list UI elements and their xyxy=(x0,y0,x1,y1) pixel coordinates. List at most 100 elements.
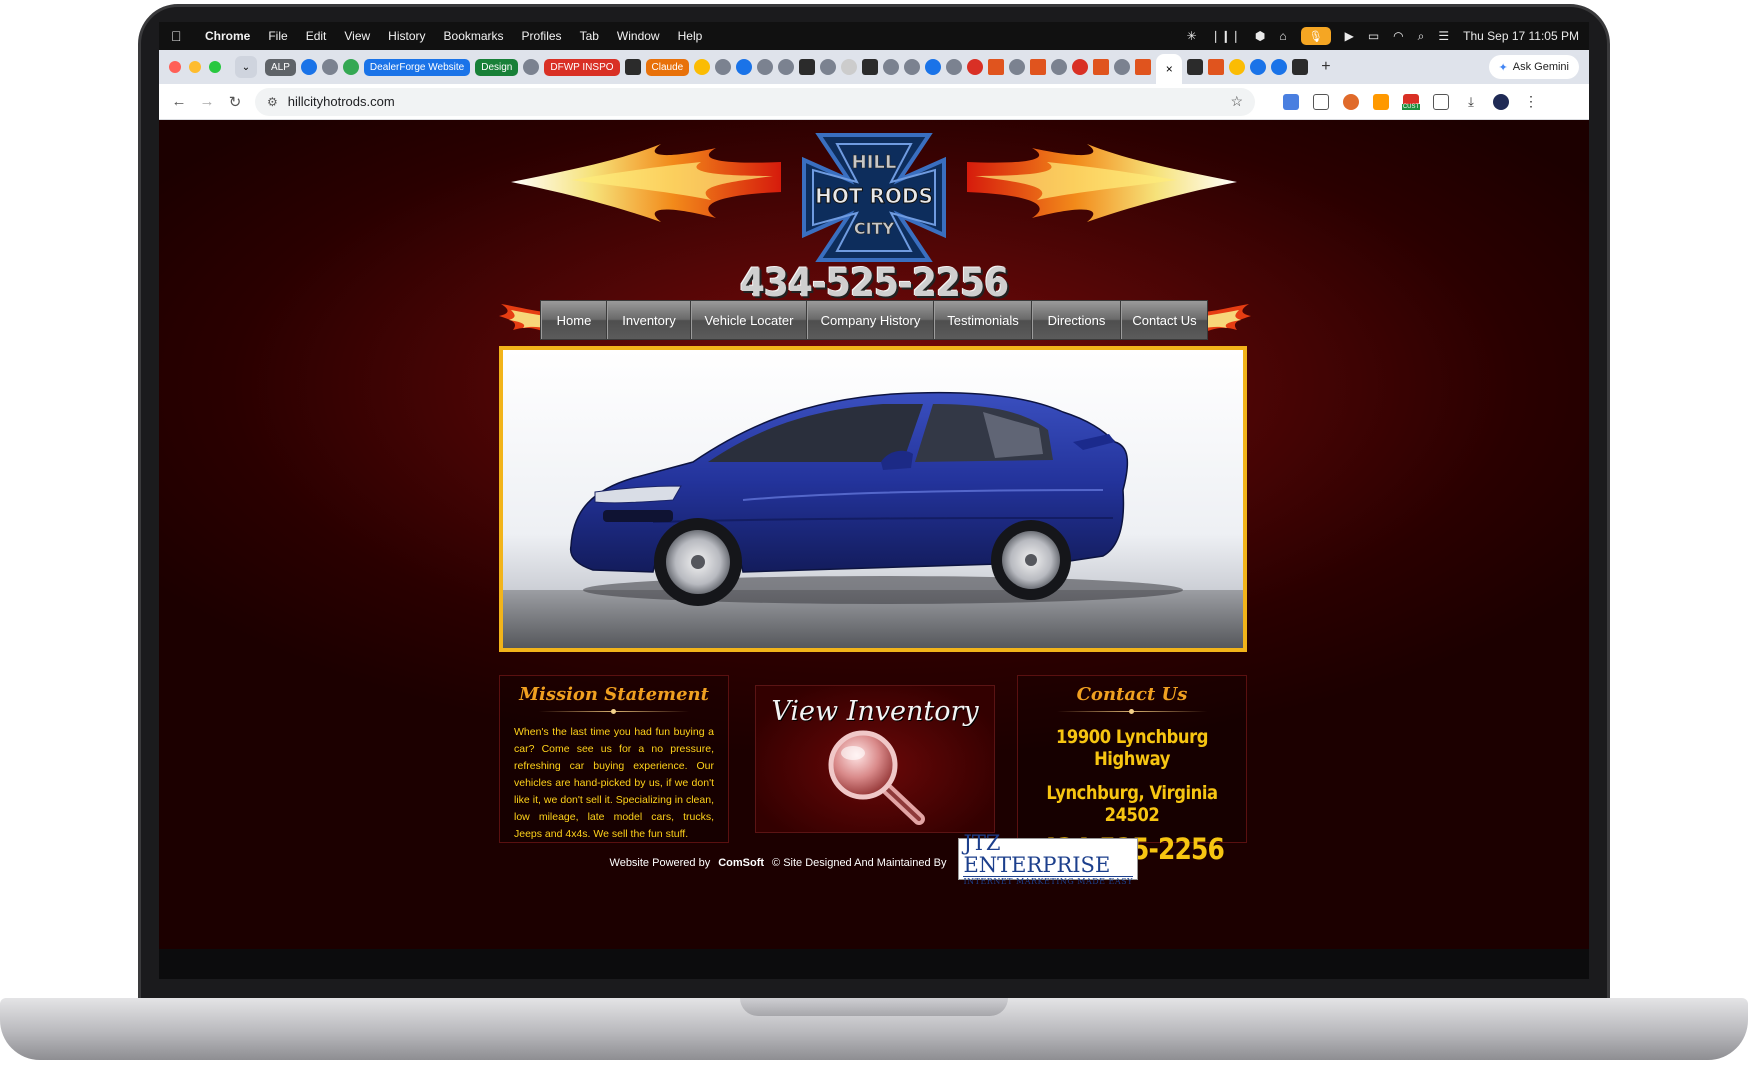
back-arrow-icon[interactable]: ← xyxy=(165,93,193,110)
address-bar[interactable]: ⚙ hillcityhotrods.com ☆ xyxy=(255,87,1255,116)
kebab-menu-icon[interactable]: ⋮ xyxy=(1523,93,1539,110)
website-viewport: HILL HOT RODS CITY 434-525-2256 Home Inv… xyxy=(159,120,1589,949)
minimize-window-button[interactable] xyxy=(189,61,201,73)
cust-extension-icon[interactable]: CUST xyxy=(1401,93,1421,110)
app-menu[interactable]: Chrome xyxy=(205,29,250,43)
tab-favicon[interactable] xyxy=(1093,59,1110,75)
main-navigation: Home Inventory Vehicle Locater Company H… xyxy=(499,300,1251,340)
tab-favicon[interactable] xyxy=(321,59,338,75)
nav-directions[interactable]: Directions xyxy=(1032,301,1121,339)
extension-icon[interactable] xyxy=(1313,93,1329,110)
tab-favicon[interactable] xyxy=(757,59,774,75)
tab-group-design[interactable]: Design xyxy=(475,58,519,76)
view-inventory-button[interactable]: View Inventory xyxy=(755,685,995,833)
reload-icon[interactable]: ↻ xyxy=(221,93,249,111)
tab-search-icon[interactable]: ⌄ xyxy=(235,56,257,78)
control-center-icon[interactable]: ☰ xyxy=(1438,29,1449,43)
battery-icon[interactable]: ▭ xyxy=(1368,29,1379,43)
menu-window[interactable]: Window xyxy=(617,29,660,43)
tab-favicon[interactable] xyxy=(300,59,317,75)
menu-profiles[interactable]: Profiles xyxy=(522,29,562,43)
tab-favicon[interactable] xyxy=(1271,59,1288,75)
apple-icon[interactable]:  xyxy=(171,28,189,44)
tab-favicon[interactable] xyxy=(1051,59,1068,75)
tab-group-claude[interactable]: Claude xyxy=(645,58,690,76)
new-tab-button[interactable]: + xyxy=(1321,58,1330,76)
tab-favicon[interactable] xyxy=(1072,59,1089,75)
asterisk-icon[interactable]: ✳ xyxy=(1187,29,1197,43)
tab-favicon[interactable] xyxy=(523,59,540,75)
bookmark-star-icon[interactable]: ☆ xyxy=(1230,93,1243,110)
tab-group-dealerforge[interactable]: DealerForge Website xyxy=(363,58,471,76)
extension-icon[interactable] xyxy=(1343,93,1359,110)
tab-favicon[interactable] xyxy=(715,59,732,75)
tab-favicon[interactable] xyxy=(946,59,963,75)
download-icon[interactable]: ⤓ xyxy=(1463,94,1479,110)
tab-favicon[interactable] xyxy=(967,59,984,75)
blue-coupe-illustration xyxy=(503,350,1243,648)
menu-tab[interactable]: Tab xyxy=(580,29,599,43)
search-icon[interactable]: ⌕ xyxy=(1418,29,1425,44)
tab-favicon[interactable] xyxy=(799,59,816,75)
tab-favicon[interactable] xyxy=(1135,59,1152,75)
ask-gemini-button[interactable]: ✦ Ask Gemini xyxy=(1488,55,1579,79)
menu-view[interactable]: View xyxy=(344,29,370,43)
nav-company-history[interactable]: Company History xyxy=(807,301,934,339)
tab-favicon[interactable] xyxy=(925,59,942,75)
nav-inventory[interactable]: Inventory xyxy=(607,301,691,339)
header-phone-number[interactable]: 434-525-2256 xyxy=(159,261,1589,305)
amazon-icon[interactable] xyxy=(1373,93,1389,110)
tab-favicon[interactable] xyxy=(1208,59,1225,75)
tab-favicon[interactable] xyxy=(1229,59,1246,75)
nav-testimonials[interactable]: Testimonials xyxy=(934,301,1032,339)
cube-icon[interactable]: ⬢ xyxy=(1255,29,1265,43)
nav-home[interactable]: Home xyxy=(541,301,607,339)
menu-history[interactable]: History xyxy=(388,29,425,43)
tab-favicon[interactable] xyxy=(862,59,879,75)
tab-favicon[interactable] xyxy=(1114,59,1131,75)
tab-favicon[interactable] xyxy=(841,59,858,75)
tab-favicon[interactable] xyxy=(342,59,359,75)
url-text[interactable]: hillcityhotrods.com xyxy=(288,94,395,109)
nav-contact-us[interactable]: Contact Us xyxy=(1121,301,1207,339)
tab-favicon[interactable] xyxy=(624,59,641,75)
zoom-window-button[interactable] xyxy=(209,61,221,73)
jtz-enterprise-logo[interactable]: JTZ ENTERPRISE INTERNET MARKETING MADE E… xyxy=(958,832,1139,886)
tab-favicon[interactable] xyxy=(1250,59,1267,75)
tab-favicon[interactable] xyxy=(1292,59,1309,75)
forward-arrow-icon[interactable]: → xyxy=(193,93,221,110)
cust-badge: CUST xyxy=(1401,103,1421,110)
tab-group-dfwp-inspo[interactable]: DFWP INSPO xyxy=(544,58,620,76)
active-tab-close-button[interactable]: × xyxy=(1156,54,1183,84)
waveform-icon[interactable]: ❘❙❘ xyxy=(1211,29,1241,43)
tab-favicon[interactable] xyxy=(1187,59,1204,75)
tab-favicon[interactable] xyxy=(904,59,921,75)
extension-icon[interactable] xyxy=(1283,93,1299,110)
tab-favicon[interactable] xyxy=(778,59,795,75)
tab-favicon[interactable] xyxy=(883,59,900,75)
wifi-icon[interactable]: ◠ xyxy=(1393,29,1403,43)
menu-bookmarks[interactable]: Bookmarks xyxy=(444,29,504,43)
menu-help[interactable]: Help xyxy=(678,29,703,43)
play-icon[interactable]: ▶ xyxy=(1345,29,1354,43)
tab-group-alp[interactable]: ALP xyxy=(265,58,296,76)
close-window-button[interactable] xyxy=(169,61,181,73)
nav-vehicle-locater[interactable]: Vehicle Locater xyxy=(691,301,807,339)
menu-extras: ✳ ❘❙❘ ⬢ ⌂ 🎙 ▶ ▭ ◠ ⌕ ☰ Thu Sep 17 11:05 P… xyxy=(1187,22,1579,50)
tab-favicon[interactable] xyxy=(820,59,837,75)
site-info-icon[interactable]: ⚙ xyxy=(267,95,278,109)
menu-file[interactable]: File xyxy=(268,29,287,43)
clock[interactable]: Thu Sep 17 11:05 PM xyxy=(1463,29,1579,43)
hero-car-image[interactable] xyxy=(499,346,1247,652)
tab-favicon[interactable] xyxy=(1030,59,1047,75)
tab-favicon[interactable] xyxy=(988,59,1005,75)
menu-edit[interactable]: Edit xyxy=(306,29,327,43)
tab-favicon[interactable] xyxy=(694,59,711,75)
tab-favicon[interactable] xyxy=(1009,59,1026,75)
tab-favicon[interactable] xyxy=(736,59,753,75)
microphone-icon[interactable]: 🎙 xyxy=(1300,27,1331,45)
footer-comsoft-link[interactable]: ComSoft xyxy=(718,857,764,869)
avatar[interactable] xyxy=(1493,93,1509,110)
tray-icon[interactable]: ⌂ xyxy=(1279,29,1286,43)
puzzle-icon[interactable] xyxy=(1433,93,1449,110)
